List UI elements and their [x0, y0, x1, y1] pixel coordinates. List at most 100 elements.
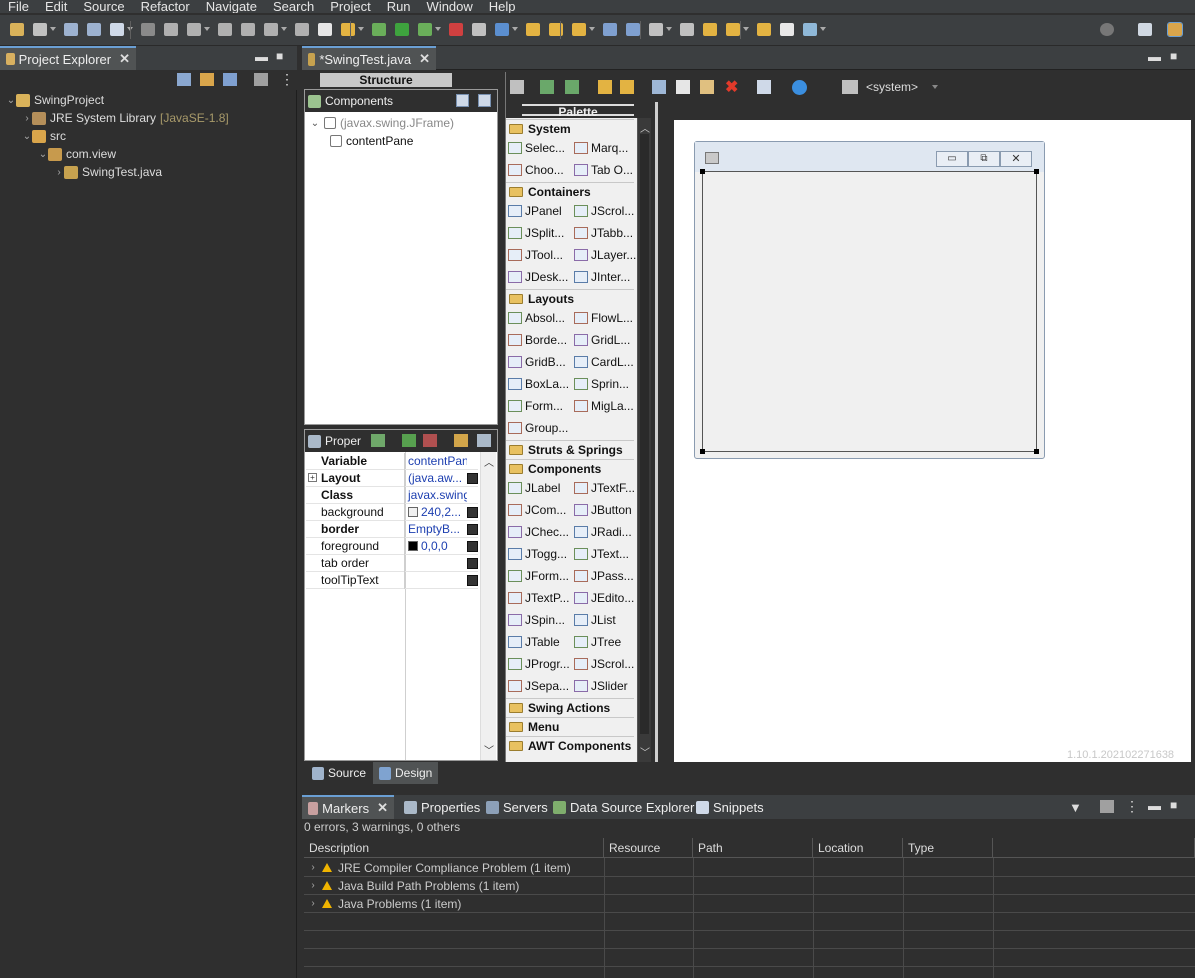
- maximize-icon[interactable]: ■: [1170, 49, 1177, 63]
- property-border[interactable]: border EmptyB...: [306, 520, 478, 538]
- new-wizard-icon[interactable]: [33, 23, 47, 36]
- ellipsis-button[interactable]: [467, 506, 478, 518]
- chevron-down-icon[interactable]: [358, 27, 364, 31]
- refresh-icon[interactable]: [540, 80, 554, 94]
- content-pane[interactable]: [700, 169, 1039, 454]
- palette-item-jform[interactable]: JForm...: [508, 566, 572, 586]
- close-icon[interactable]: ✕: [419, 51, 430, 67]
- chevron-right-icon[interactable]: ›: [308, 898, 318, 909]
- toggle-breakpoint-icon[interactable]: [341, 23, 355, 36]
- maximize-icon[interactable]: ■: [276, 49, 283, 63]
- jframe-titlebar[interactable]: ▭ ⧉ ✕: [695, 142, 1044, 172]
- globe-icon[interactable]: [603, 23, 617, 36]
- tab-swingtest-java[interactable]: *SwingTest.java ✕: [302, 46, 436, 70]
- show-advanced-icon[interactable]: [454, 434, 468, 447]
- chevron-right-icon[interactable]: ›: [308, 862, 318, 873]
- chevron-down-icon[interactable]: [932, 85, 938, 89]
- palette-category-system[interactable]: System: [506, 119, 634, 137]
- tab-data-source-explorer[interactable]: Data Source Explorer: [547, 795, 700, 819]
- collapse-all-icon[interactable]: [478, 94, 491, 107]
- palette-item-jspin[interactable]: JSpin...: [508, 610, 572, 630]
- palette-item-jpanel[interactable]: JPanel: [508, 201, 572, 221]
- palette-item-jtable[interactable]: JTable: [508, 632, 572, 652]
- column-header-location[interactable]: Location: [813, 838, 903, 858]
- minimize-icon[interactable]: ▬: [1148, 798, 1161, 813]
- java-ee-perspective-icon[interactable]: [1167, 22, 1183, 37]
- chevron-down-icon[interactable]: [204, 27, 210, 31]
- tree-item-swingproject[interactable]: ⌄ SwingProject: [6, 91, 104, 109]
- view-menu-icon[interactable]: ⋮: [280, 71, 294, 88]
- palette-item-jtree[interactable]: JTree: [574, 632, 636, 652]
- palette-category-awt-components[interactable]: AWT Components: [506, 736, 634, 754]
- marker-row[interactable]: › Java Build Path Problems (1 item): [304, 877, 1195, 895]
- copy-icon[interactable]: [676, 80, 690, 94]
- redo-icon[interactable]: [620, 80, 634, 94]
- menu-run[interactable]: Run: [379, 0, 419, 13]
- palette-item-jtextf[interactable]: JTextF...: [574, 478, 636, 498]
- palette-item-selec[interactable]: Selec...: [508, 138, 572, 158]
- selection-handle[interactable]: [1034, 449, 1039, 454]
- ellipsis-button[interactable]: [467, 523, 478, 535]
- next-annotation-icon[interactable]: [680, 23, 694, 36]
- chevron-down-icon[interactable]: ⌄: [38, 149, 48, 160]
- tab-snippets[interactable]: Snippets: [690, 795, 770, 819]
- palette-item-jtool[interactable]: JTool...: [508, 245, 572, 265]
- cut-icon[interactable]: [652, 80, 666, 94]
- palette-item-jprogr[interactable]: JProgr...: [508, 654, 572, 674]
- close-icon[interactable]: ✕: [377, 800, 388, 816]
- coverage-icon[interactable]: [418, 23, 432, 36]
- palette-title[interactable]: Palette: [522, 104, 634, 118]
- palette-item-group[interactable]: Group...: [508, 418, 572, 438]
- property-class[interactable]: Class javax.swing...: [306, 486, 478, 504]
- debug-icon[interactable]: [372, 23, 386, 36]
- goto-definition-icon[interactable]: [423, 434, 437, 447]
- component-jframe[interactable]: ⌄ (javax.swing.JFrame): [310, 114, 454, 132]
- property-value[interactable]: [405, 572, 467, 589]
- palette-category-components[interactable]: Components: [506, 459, 634, 477]
- marker-row[interactable]: › Java Problems (1 item): [304, 895, 1195, 913]
- look-and-feel-icon[interactable]: [842, 80, 858, 94]
- palette-item-gridl[interactable]: GridL...: [574, 330, 636, 350]
- minimize-icon[interactable]: ▭: [936, 151, 968, 167]
- palette-item-choo[interactable]: Choo...: [508, 160, 572, 180]
- filter-icon[interactable]: [223, 73, 237, 86]
- menu-project[interactable]: Project: [322, 0, 378, 13]
- column-header-resource[interactable]: Resource: [604, 838, 693, 858]
- menu-navigate[interactable]: Navigate: [198, 0, 265, 13]
- palette-scroll-thumb[interactable]: [640, 134, 649, 734]
- palette-item-jscrol[interactable]: JScrol...: [574, 201, 636, 221]
- palette-category-containers[interactable]: Containers: [506, 182, 634, 200]
- focus-icon[interactable]: [254, 73, 268, 86]
- open-perspective-icon[interactable]: [1138, 23, 1152, 36]
- palette-item-jtogg[interactable]: JTogg...: [508, 544, 572, 564]
- paste-icon[interactable]: [700, 80, 714, 94]
- palette-item-boxla[interactable]: BoxLa...: [508, 374, 572, 394]
- external-tools-icon[interactable]: [449, 23, 463, 36]
- menu-help[interactable]: Help: [481, 0, 524, 13]
- tree-item-jre-system-library[interactable]: › JRE System Library [JavaSE-1.8]: [22, 109, 228, 127]
- step-return-icon[interactable]: [318, 23, 332, 36]
- terminate-icon[interactable]: [218, 23, 232, 36]
- web-browser-icon[interactable]: [626, 23, 640, 36]
- maximize-icon[interactable]: ■: [1170, 798, 1177, 812]
- palette-item-jradi[interactable]: JRadi...: [574, 522, 636, 542]
- palette-item-marq[interactable]: Marq...: [574, 138, 636, 158]
- palette-item-sprin[interactable]: Sprin...: [574, 374, 636, 394]
- selection-handle[interactable]: [700, 449, 705, 454]
- highlight-icon[interactable]: [572, 23, 586, 36]
- palette-item-jtabb[interactable]: JTabb...: [574, 223, 636, 243]
- ellipsis-button[interactable]: [467, 574, 478, 586]
- chevron-right-icon[interactable]: ›: [308, 880, 318, 891]
- jframe-window[interactable]: ▭ ⧉ ✕: [694, 141, 1045, 459]
- convert-local-icon[interactable]: [371, 434, 385, 447]
- chevron-down-icon[interactable]: [666, 27, 672, 31]
- default-values-icon[interactable]: [477, 434, 491, 447]
- save-icon[interactable]: [64, 23, 78, 36]
- property-value[interactable]: (java.aw...: [405, 470, 467, 487]
- palette-item-jchec[interactable]: JChec...: [508, 522, 572, 542]
- expand-all-icon[interactable]: [456, 94, 469, 107]
- property-value[interactable]: javax.swing...: [405, 487, 467, 504]
- tab-markers[interactable]: Markers ✕: [302, 795, 394, 819]
- reparse-icon[interactable]: [565, 80, 579, 94]
- palette-item-jtextp[interactable]: JTextP...: [508, 588, 572, 608]
